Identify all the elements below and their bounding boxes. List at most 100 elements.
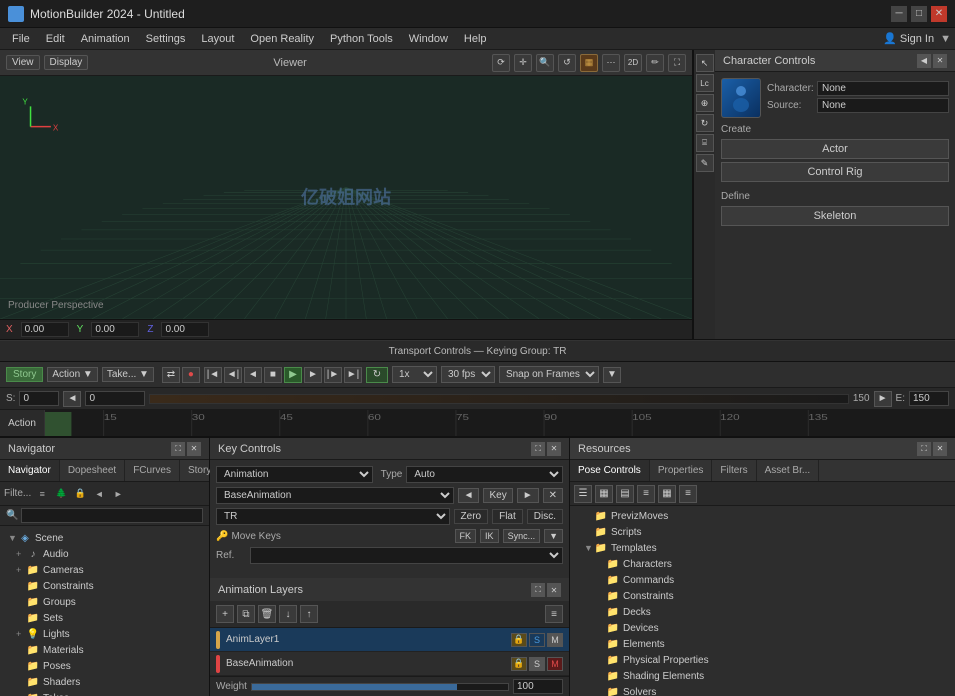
z-coord[interactable] — [161, 322, 209, 337]
tree-item-audio[interactable]: + ♪ Audio — [0, 546, 209, 562]
res-details-btn[interactable]: ≡ — [637, 485, 655, 503]
2d-icon[interactable]: 2D — [624, 54, 642, 72]
tab-dopesheet[interactable]: Dopesheet — [60, 460, 125, 481]
skeleton-button[interactable]: Skeleton — [721, 206, 949, 226]
signin-button[interactable]: 👤 Sign In — [883, 32, 934, 45]
base-anim-select[interactable]: BaseAnimation — [216, 487, 454, 504]
rotate-icon[interactable]: ⟳ — [492, 54, 510, 72]
navigator-expand-btn[interactable]: ⛶ — [171, 442, 185, 456]
last-frame-btn[interactable]: ►| — [344, 367, 362, 383]
tab-properties[interactable]: Properties — [650, 460, 713, 481]
animation-select[interactable]: Animation — [216, 466, 373, 483]
timeline-track[interactable]: 15 30 45 60 75 90 105 120 135 — [45, 410, 955, 436]
tree-item-sets[interactable]: 📁 Sets — [0, 610, 209, 626]
speed-select[interactable]: 1x2x0.5x — [392, 366, 437, 383]
res-item-shading[interactable]: 📁 Shading Elements — [570, 668, 955, 684]
tree-item-groups[interactable]: 📁 Groups — [0, 594, 209, 610]
current-frame-input[interactable] — [85, 391, 145, 406]
scale-tool-btn[interactable]: ⌸ — [696, 134, 714, 152]
resources-close-btn[interactable]: ✕ — [933, 442, 947, 456]
frame-nav-right[interactable]: ► — [874, 391, 892, 407]
action-dropdown[interactable]: Action ▼ — [47, 367, 97, 382]
res-item-commands[interactable]: 📁 Commands — [570, 572, 955, 588]
snap-select[interactable]: Snap on FramesNo Snap — [499, 366, 599, 383]
res-item-solvers[interactable]: 📁 Solvers — [570, 684, 955, 696]
play-btn[interactable]: ▶ — [284, 367, 302, 383]
key-left-btn[interactable]: ◄ — [458, 488, 480, 503]
res-item-devices[interactable]: 📁 Devices — [570, 620, 955, 636]
list-view-btn[interactable]: ≡ — [34, 486, 50, 502]
resources-expand-btn[interactable]: ⛶ — [917, 442, 931, 456]
tree-item-poses[interactable]: 📁 Poses — [0, 658, 209, 674]
tree-item-cameras[interactable]: + 📁 Cameras — [0, 562, 209, 578]
more-btn[interactable]: ▼ — [544, 529, 563, 543]
timeline-expand-btn[interactable]: ▼ — [603, 367, 621, 383]
search-input[interactable] — [21, 508, 203, 523]
layers-menu-btn[interactable]: ≡ — [545, 605, 563, 623]
tab-asset-browser[interactable]: Asset Br... — [757, 460, 820, 481]
res-item-decks[interactable]: 📁 Decks — [570, 604, 955, 620]
res-list-btn[interactable]: ☰ — [574, 485, 592, 503]
base-lock-icon[interactable]: 🔒 — [511, 657, 527, 671]
zoom-icon[interactable]: 🔍 — [536, 54, 554, 72]
sync-btn[interactable]: Sync... — [503, 529, 541, 543]
menu-open-reality[interactable]: Open Reality — [242, 31, 322, 47]
next-frame-btn[interactable]: ► — [304, 367, 322, 383]
pen-icon[interactable]: ✏ — [646, 54, 664, 72]
key-delete-btn[interactable]: ✕ — [543, 488, 563, 503]
rotate-tool-btn[interactable]: ↻ — [696, 114, 714, 132]
flat-btn[interactable]: Flat — [492, 509, 523, 524]
menu-edit[interactable]: Edit — [38, 31, 73, 47]
layer-row-anim1[interactable]: AnimLayer1 🔒 S M — [210, 628, 569, 652]
key-controls-expand-btn[interactable]: ⛶ — [531, 442, 545, 456]
tree-view-btn[interactable]: 🌲 — [53, 486, 69, 502]
control-rig-button[interactable]: Control Rig — [721, 162, 949, 182]
view-button[interactable]: View — [6, 55, 40, 70]
res-item-templates[interactable]: ▼ 📁 Templates — [570, 540, 955, 556]
lcu-tool-btn[interactable]: Lc — [696, 74, 714, 92]
key-btn[interactable]: Key — [483, 488, 512, 503]
tab-filters[interactable]: Filters — [712, 460, 756, 481]
layer-up-btn[interactable]: ↑ — [300, 605, 318, 623]
transform-tool-btn[interactable]: ⊕ — [696, 94, 714, 112]
res-item-elements[interactable]: 📁 Elements — [570, 636, 955, 652]
base-solo-icon[interactable]: S — [529, 657, 545, 671]
tab-fcurves[interactable]: FCurves — [125, 460, 180, 481]
res-item-characters[interactable]: 📁 Characters — [570, 556, 955, 572]
anim1-solo-icon[interactable]: S — [529, 633, 545, 647]
res-grid-btn[interactable]: ▦ — [595, 485, 613, 503]
menu-arrow[interactable]: ▼ — [940, 33, 951, 45]
layer-copy-btn[interactable]: ⧉ — [237, 605, 255, 623]
minimize-button[interactable]: ─ — [891, 6, 907, 22]
nav-prev-btn[interactable]: ◄ — [91, 486, 107, 502]
menu-settings[interactable]: Settings — [138, 31, 194, 47]
display-button[interactable]: Display — [44, 55, 89, 70]
anim1-lock-icon[interactable]: 🔒 — [511, 633, 527, 647]
x-coord[interactable] — [21, 322, 69, 337]
menu-python-tools[interactable]: Python Tools — [322, 31, 401, 47]
navigator-close-btn[interactable]: ✕ — [187, 442, 201, 456]
next-key-btn[interactable]: |► — [324, 367, 342, 383]
start-frame-input[interactable] — [19, 391, 59, 406]
viewer-expand-icon[interactable]: ⛶ — [668, 54, 686, 72]
res-icon-btn[interactable]: ▦ — [658, 485, 676, 503]
menu-layout[interactable]: Layout — [193, 31, 242, 47]
end-frame-input[interactable] — [909, 391, 949, 406]
anim-layers-close-btn[interactable]: ✕ — [547, 583, 561, 597]
loop-mode-btn[interactable]: ↻ — [366, 367, 388, 383]
pen-tool-btn[interactable]: ✎ — [696, 154, 714, 172]
key-right-btn[interactable]: ► — [517, 488, 539, 503]
actor-button[interactable]: Actor — [721, 139, 949, 159]
orbit-icon[interactable]: ↺ — [558, 54, 576, 72]
menu-window[interactable]: Window — [401, 31, 456, 47]
take-dropdown[interactable]: Take... ▼ — [102, 367, 154, 382]
anim1-mute-icon[interactable]: M — [547, 633, 563, 647]
anim-layers-expand-btn[interactable]: ⛶ — [531, 583, 545, 597]
close-button[interactable]: ✕ — [931, 6, 947, 22]
y-coord[interactable] — [91, 322, 139, 337]
res-item-previz[interactable]: 📁 PrevizMoves — [570, 508, 955, 524]
tree-item-materials[interactable]: 📁 Materials — [0, 642, 209, 658]
layer-row-base[interactable]: BaseAnimation 🔒 S M — [210, 652, 569, 676]
key-controls-close-btn[interactable]: ✕ — [547, 442, 561, 456]
stop-btn[interactable]: ■ — [264, 367, 282, 383]
